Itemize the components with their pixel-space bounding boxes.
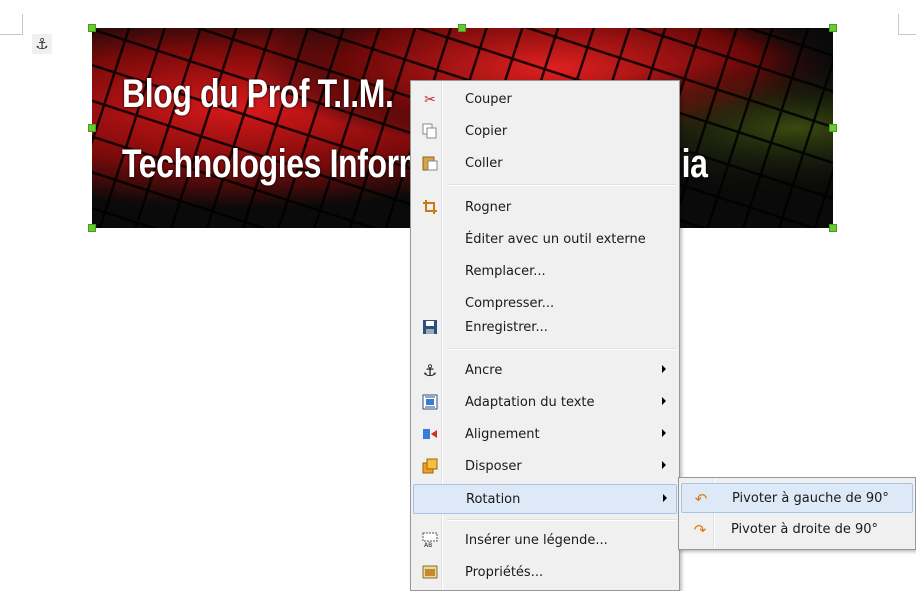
menu-item-editer-externe[interactable]: Éditer avec un outil externe xyxy=(413,225,677,255)
menu-item-label: Pivoter à droite de 90° xyxy=(731,522,879,537)
menu-item-proprietes[interactable]: Propriétés... xyxy=(413,558,677,588)
submenu-arrow-icon xyxy=(663,494,667,502)
anchor-icon: ⚓ xyxy=(422,361,438,380)
menu-item-label: Insérer une légende... xyxy=(465,533,608,548)
menu-item-coller[interactable]: Coller xyxy=(413,149,677,179)
rotate-right-icon: ↷ xyxy=(693,521,707,539)
menu-item-rotation[interactable]: Rotation xyxy=(413,484,677,514)
svg-text:AB: AB xyxy=(424,542,432,548)
rotate-left-icon: ↶ xyxy=(694,490,708,508)
menu-item-inserer-legende[interactable]: AB Insérer une légende... xyxy=(413,526,677,556)
resize-handle-top-left[interactable] xyxy=(88,24,96,32)
menu-item-label: Éditer avec un outil externe xyxy=(465,232,646,247)
anchor-icon[interactable]: ⚓ xyxy=(32,34,52,54)
submenu-arrow-icon xyxy=(662,461,666,469)
menu-item-label: Remplacer... xyxy=(465,264,546,279)
copy-icon xyxy=(421,123,439,141)
save-icon xyxy=(421,319,439,337)
menu-item-label: Compresser... xyxy=(465,296,555,311)
resize-handle-left[interactable] xyxy=(88,124,96,132)
menu-item-couper[interactable]: ✂ Couper xyxy=(413,85,677,115)
image-title-line1: Blog du Prof T.I.M. xyxy=(122,72,394,116)
submenu-arrow-icon xyxy=(662,429,666,437)
menu-item-enregistrer[interactable]: Enregistrer... xyxy=(413,313,677,343)
context-menu: ✂ Couper Copier Coller Rogner Éditer ave… xyxy=(410,80,680,591)
menu-item-copier[interactable]: Copier xyxy=(413,117,677,147)
menu-item-ancre[interactable]: ⚓ Ancre xyxy=(413,356,677,386)
menu-item-disposer[interactable]: Disposer xyxy=(413,452,677,482)
menu-item-label: Ancre xyxy=(465,363,503,378)
caption-icon: AB xyxy=(421,532,439,550)
resize-handle-top-right[interactable] xyxy=(829,24,837,32)
menu-item-rogner[interactable]: Rogner xyxy=(413,193,677,223)
menu-item-label: Enregistrer... xyxy=(465,320,548,335)
menu-item-label: Disposer xyxy=(465,459,522,474)
resize-handle-bottom-left[interactable] xyxy=(88,224,96,232)
align-icon xyxy=(421,426,439,444)
arrange-icon xyxy=(421,458,439,476)
page-corner-top-left xyxy=(0,14,23,35)
menu-item-pivoter-droite[interactable]: ↷ Pivoter à droite de 90° xyxy=(681,515,913,545)
menu-item-pivoter-gauche[interactable]: ↶ Pivoter à gauche de 90° xyxy=(681,483,913,513)
menu-separator xyxy=(447,184,677,186)
wrap-icon xyxy=(421,394,439,412)
submenu-arrow-icon xyxy=(662,397,666,405)
menu-item-adaptation-texte[interactable]: Adaptation du texte xyxy=(413,388,677,418)
menu-item-label: Rogner xyxy=(465,200,512,215)
menu-item-remplacer[interactable]: Remplacer... xyxy=(413,257,677,287)
resize-handle-bottom-right[interactable] xyxy=(829,224,837,232)
menu-item-label: Alignement xyxy=(465,427,540,442)
resize-handle-right[interactable] xyxy=(829,124,837,132)
resize-handle-top[interactable] xyxy=(458,24,466,32)
menu-item-alignement[interactable]: Alignement xyxy=(413,420,677,450)
crop-icon xyxy=(421,199,439,217)
properties-icon xyxy=(421,564,439,582)
menu-item-label: Adaptation du texte xyxy=(465,395,595,410)
paste-icon xyxy=(421,155,439,173)
submenu-arrow-icon xyxy=(662,365,666,373)
menu-item-label: Couper xyxy=(465,92,512,107)
scissors-icon: ✂ xyxy=(424,92,436,108)
menu-item-label: Copier xyxy=(465,124,508,139)
menu-item-label: Rotation xyxy=(466,492,521,507)
menu-separator xyxy=(447,519,677,521)
menu-item-label: Coller xyxy=(465,156,503,171)
menu-item-label: Propriétés... xyxy=(465,565,544,580)
rotation-submenu: ↶ Pivoter à gauche de 90° ↷ Pivoter à dr… xyxy=(678,477,916,550)
menu-item-label: Pivoter à gauche de 90° xyxy=(732,491,889,506)
menu-separator xyxy=(447,348,677,350)
page-corner-top-right xyxy=(898,14,916,35)
